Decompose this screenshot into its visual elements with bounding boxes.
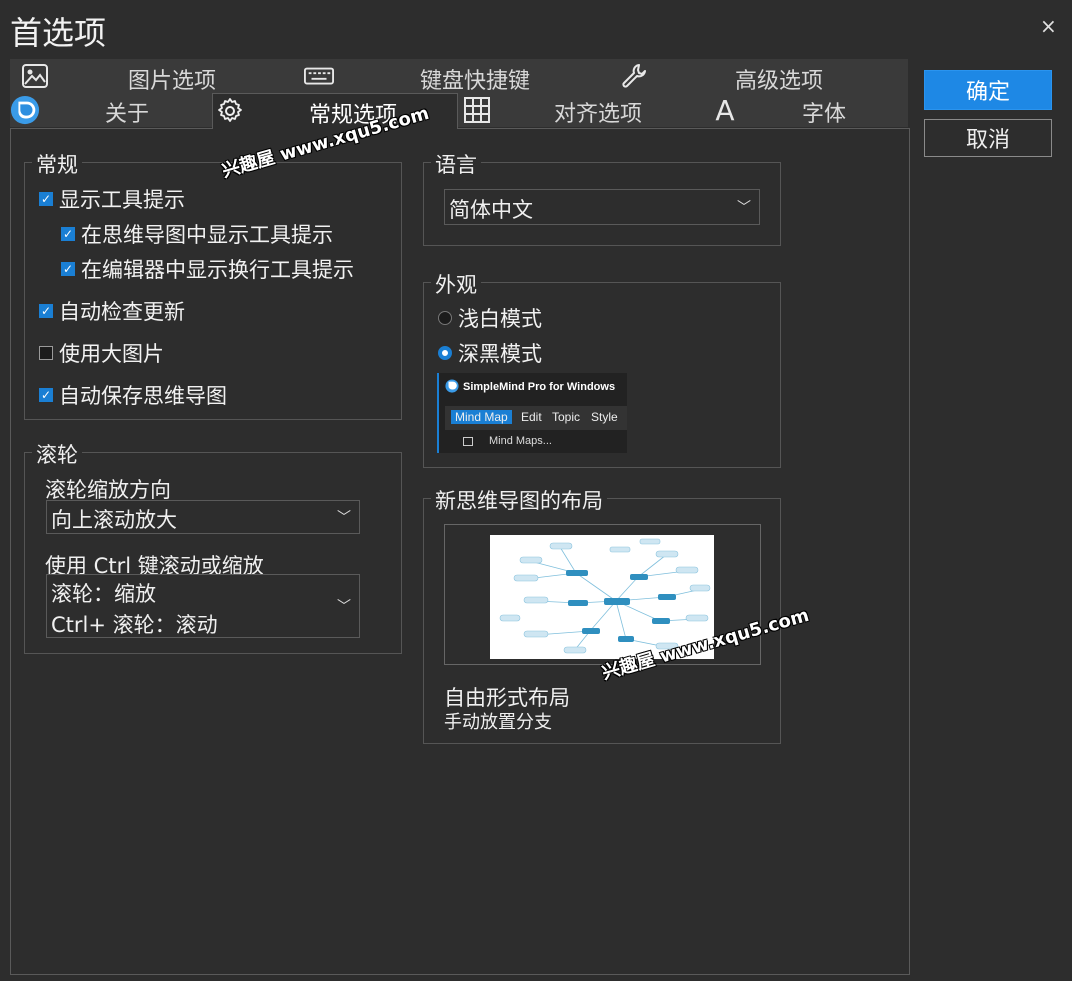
app-logo-icon xyxy=(10,95,40,125)
select-value: 向上滚动放大 xyxy=(51,508,177,532)
tab-advanced-options[interactable]: 高级选项 xyxy=(610,59,908,94)
checkbox-label: 显示工具提示 xyxy=(59,188,185,212)
radio-label: 浅白模式 xyxy=(458,307,542,331)
panel-icon xyxy=(463,437,473,446)
tab-font[interactable]: A 字体 xyxy=(698,93,908,127)
auto-update-checkbox[interactable]: ✓ 自动检查更新 xyxy=(39,296,185,326)
wheel-group-title: 滚轮 xyxy=(32,439,82,469)
tab-label: 字体 xyxy=(802,102,847,127)
tab-keyboard-shortcuts[interactable]: 键盘快捷键 xyxy=(300,59,610,94)
tab-about[interactable]: 关于 xyxy=(10,93,212,127)
zoom-direction-select[interactable]: 向上滚动放大 ﹀ xyxy=(46,500,360,534)
tab-label: 图片选项 xyxy=(128,69,217,94)
keyboard-icon xyxy=(304,62,334,90)
select-value-line1: 滚轮：缩放 xyxy=(51,582,156,606)
checkbox-checked-icon: ✓ xyxy=(39,388,53,402)
large-images-checkbox[interactable]: 使用大图片 xyxy=(39,338,164,368)
select-value-line2: Ctrl+ 滚轮：滚动 xyxy=(51,613,218,637)
grid-icon xyxy=(462,96,492,124)
font-icon: A xyxy=(715,93,735,127)
ctrl-scroll-select[interactable]: 滚轮：缩放 Ctrl+ 滚轮：滚动 ﹀ xyxy=(46,574,360,638)
tab-label: 高级选项 xyxy=(735,69,824,94)
checkbox-checked-icon: ✓ xyxy=(39,192,53,206)
preview-menu-item: Topic xyxy=(552,410,581,424)
checkbox-label: 自动检查更新 xyxy=(59,300,185,324)
cancel-button[interactable]: 取消 xyxy=(924,119,1052,157)
preview-submenu: Mind Maps... xyxy=(489,435,552,447)
checkbox-label: 使用大图片 xyxy=(59,342,164,366)
window-title: 首选项 xyxy=(10,14,107,52)
show-tooltips-checkbox[interactable]: ✓ 显示工具提示 xyxy=(39,184,185,214)
chevron-down-icon: ﹀ xyxy=(337,510,351,526)
dark-mode-radio[interactable]: 深黑模式 xyxy=(438,338,542,368)
light-mode-radio[interactable]: 浅白模式 xyxy=(438,303,542,333)
preview-menu-item: Style xyxy=(591,410,618,424)
tab-label: 关于 xyxy=(105,102,150,127)
checkbox-label: 自动保存思维导图 xyxy=(59,384,227,408)
gear-icon xyxy=(215,97,245,125)
language-group-title: 语言 xyxy=(431,149,481,179)
layout-group-title: 新思维导图的布局 xyxy=(431,485,607,515)
editor-wrap-tooltips-checkbox[interactable]: ✓ 在编辑器中显示换行工具提示 xyxy=(61,254,354,284)
app-logo-icon xyxy=(445,379,459,393)
checkbox-unchecked-icon xyxy=(39,346,53,360)
preview-menu-item: Edit xyxy=(521,410,542,424)
chevron-down-icon: ﹀ xyxy=(737,200,751,216)
tab-align-options[interactable]: 对齐选项 xyxy=(458,93,698,127)
wrench-icon xyxy=(620,62,650,90)
preview-menu-item: Mind Map xyxy=(451,410,512,424)
checkbox-label: 在思维导图中显示工具提示 xyxy=(81,223,333,247)
checkbox-checked-icon: ✓ xyxy=(39,304,53,318)
checkbox-label: 在编辑器中显示换行工具提示 xyxy=(81,258,354,282)
select-value: 简体中文 xyxy=(449,198,533,222)
preview-app-title: SimpleMind Pro for Windows xyxy=(463,381,616,393)
radio-unselected-icon xyxy=(438,311,452,325)
checkbox-checked-icon: ✓ xyxy=(61,227,75,241)
tab-label: 对齐选项 xyxy=(554,102,643,127)
radio-selected-icon xyxy=(438,346,452,360)
layout-description: 手动放置分支 xyxy=(444,712,552,733)
mindmap-tooltips-checkbox[interactable]: ✓ 在思维导图中显示工具提示 xyxy=(61,219,333,249)
dark-mode-preview: SimpleMind Pro for Windows Mind Map Edit… xyxy=(437,373,627,453)
appearance-group-title: 外观 xyxy=(431,269,481,299)
checkbox-checked-icon: ✓ xyxy=(61,262,75,276)
image-icon xyxy=(20,62,50,90)
radio-label: 深黑模式 xyxy=(458,342,542,366)
tab-label: 键盘快捷键 xyxy=(420,69,531,94)
chevron-down-icon: ﹀ xyxy=(337,599,351,615)
language-select[interactable]: 简体中文 ﹀ xyxy=(444,189,760,225)
tab-image-options[interactable]: 图片选项 xyxy=(10,59,300,94)
autosave-checkbox[interactable]: ✓ 自动保存思维导图 xyxy=(39,380,227,410)
general-group-title: 常规 xyxy=(32,149,82,179)
ok-button[interactable]: 确定 xyxy=(924,70,1052,110)
close-icon[interactable]: × xyxy=(1040,14,1057,38)
